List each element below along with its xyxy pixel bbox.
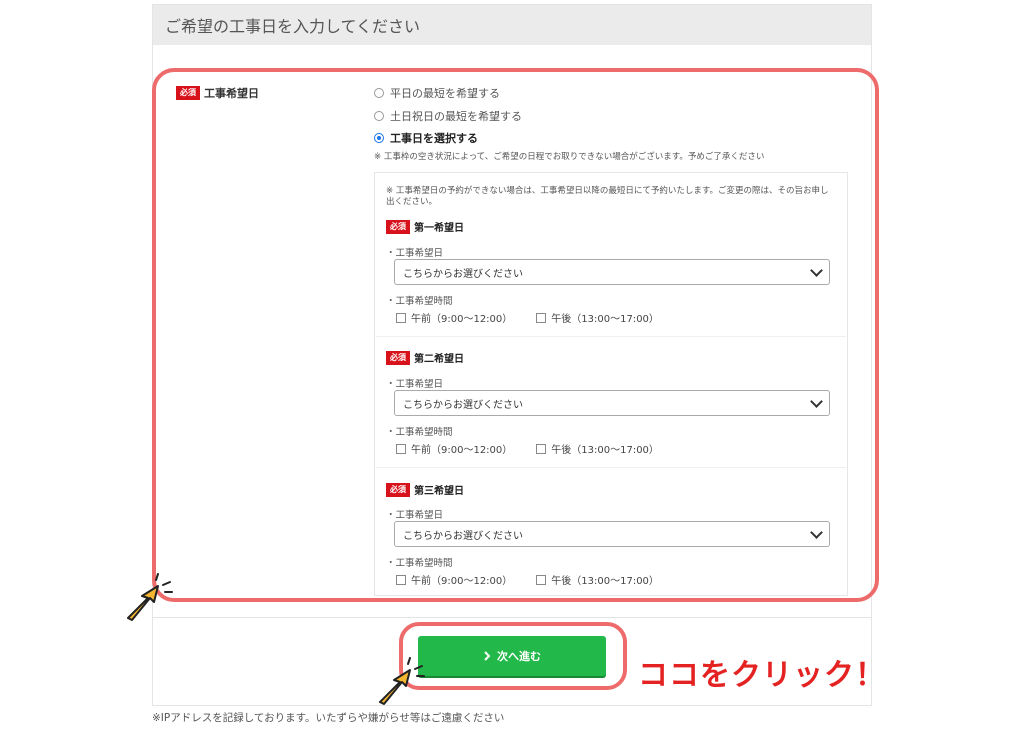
- divider: [153, 617, 871, 618]
- ip-notice: ※IPアドレスを記録しております。いたずらや嫌がらせ等はご遠慮ください: [152, 712, 505, 724]
- next-button-label[interactable]: 次へ進む: [497, 648, 541, 664]
- panel-title: ご希望の工事日を入力してください: [153, 5, 871, 45]
- highlight-frame-dates: [152, 68, 879, 602]
- chevron-right-icon: [484, 651, 491, 661]
- pointing-hand-icon: [379, 657, 425, 705]
- next-button[interactable]: 次へ進む: [418, 636, 606, 676]
- pointing-hand-icon: [127, 573, 173, 621]
- click-here-callout: ココをクリック！: [638, 658, 886, 693]
